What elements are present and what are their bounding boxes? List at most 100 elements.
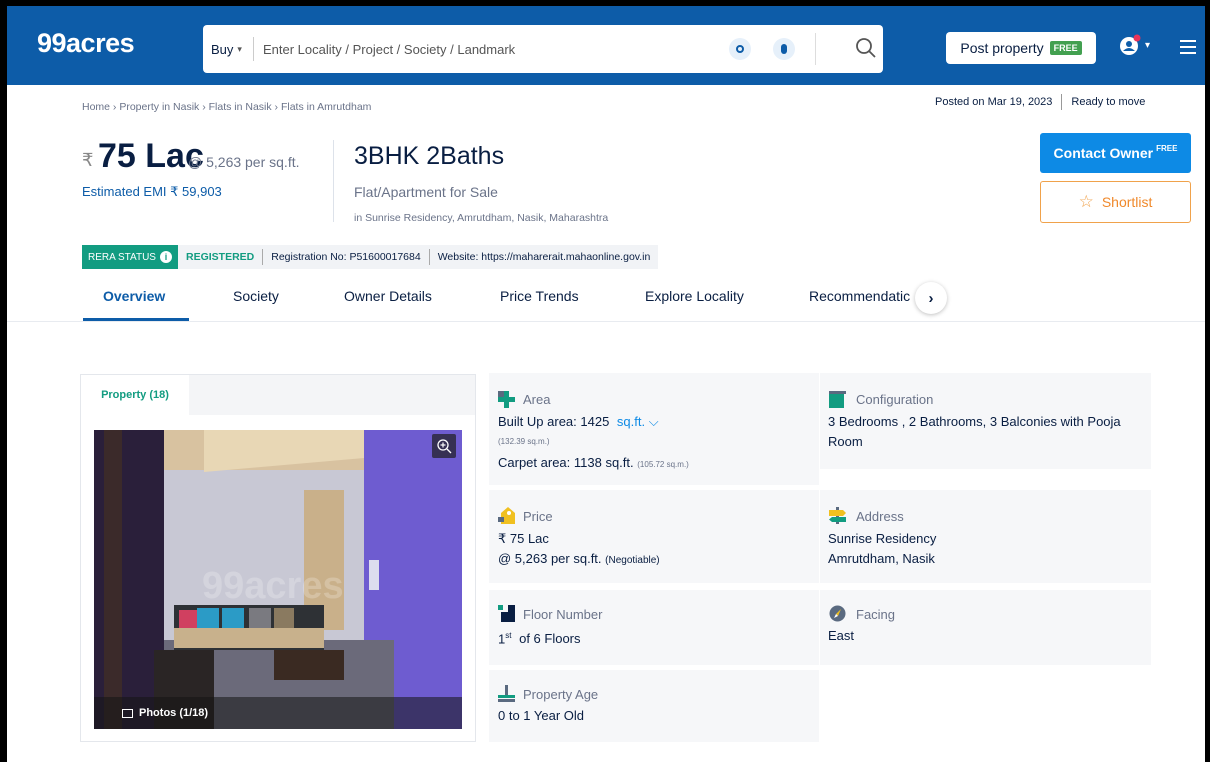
contact-owner-label: Contact Owner [1053,145,1154,161]
rera-registration-number: Registration No: P51600017684 [271,251,421,263]
floor-label: Floor Number [523,607,603,622]
address-label: Address [856,509,904,524]
buy-dropdown-label: Buy [211,41,234,57]
rera-badge[interactable]: RERA STATUS i [82,245,178,269]
rera-badge-label: RERA STATUS [88,251,156,263]
area-label: Area [523,392,551,407]
posted-info: Posted on Mar 19, 2023 Ready to move [935,94,1145,110]
property-age-card: Property Age 0 to 1 Year Old [489,670,819,742]
image-icon [122,708,133,718]
star-icon: ☆ [1078,192,1094,211]
configuration-value: 3 Bedrooms , 2 Bathrooms, 3 Balconies wi… [828,414,1121,449]
facing-card: Facing East [820,590,1151,665]
configuration-icon [829,391,846,408]
compass-icon [829,605,846,622]
posted-date: Posted on Mar 19, 2023 [935,96,1053,108]
tab-recommendations[interactable]: Recommendatic [809,288,910,304]
info-icon[interactable]: i [159,251,172,263]
rera-website[interactable]: Website: https://maharerait.mahaonline.g… [430,251,659,263]
price-label: Price [523,509,553,524]
post-property-button[interactable]: Post property FREE [946,32,1096,64]
unit-label: sq.ft. [616,414,646,429]
property-photo[interactable]: 99acres Photos (1/18) [94,430,462,729]
free-badge: FREE [1049,41,1082,55]
tab-price-trends[interactable]: Price Trends [500,288,579,304]
site-header: 99acres Buy ▾ Post property FREE ▾ [7,6,1205,85]
search-input[interactable] [263,37,703,61]
price-value: ₹ 75 Lac [498,531,549,546]
unit-dropdown[interactable]: sq.ft. ⌵ [617,414,659,429]
shortlist-label: Shortlist [1101,194,1153,210]
photos-count: Photos (1/18) [139,707,209,719]
price-rate: @ 5,263 per sq.ft. [188,154,300,170]
search-bar: Buy ▾ [203,25,883,73]
currency-symbol: ₹ [82,150,94,170]
living-room-image: 99acres [94,430,462,729]
gallery-tab-property[interactable]: Property (18) [81,375,189,415]
active-tab-indicator [83,318,189,321]
rera-registered: REGISTERED [185,251,255,263]
built-up-sqm: (132.39 sq.m.) [498,437,550,446]
hamburger-menu-icon[interactable] [1180,40,1196,54]
carpet-sqm: (105.72 sq.m.) [637,460,689,469]
configuration-card: Configuration 3 Bedrooms , 2 Bathrooms, … [820,373,1151,469]
carpet-area: Carpet area: 1138 sq.ft. [498,455,634,470]
facing-value: East [828,628,855,643]
address-line2: Amrutdham, Nasik [828,551,935,566]
price-per-sqft: @ 5,263 per sq.ft. [498,551,602,566]
divider [333,140,334,222]
photos-count-button[interactable]: Photos (1/18) [94,697,462,729]
floor-card: Floor Number 1st of 6 Floors [489,590,819,665]
window-frame-left [0,0,7,762]
tab-owner-details[interactable]: Owner Details [344,288,432,304]
property-age-label: Property Age [523,687,599,702]
floor-total: of 6 Floors [519,631,581,647]
divider [253,37,254,61]
microphone-icon[interactable] [773,38,795,60]
shortlist-button[interactable]: ☆ Shortlist [1040,181,1191,223]
built-up-area: Built Up area: 1425 [498,414,610,429]
photo-gallery: Property (18) 99acres Photos (1/18) [80,374,476,742]
chevron-right-icon[interactable]: › [915,282,947,314]
section-tabs: Overview Society Owner Details Price Tre… [7,280,1205,322]
post-property-label: Post property [960,40,1044,56]
property-age-value: 0 to 1 Year Old [498,708,585,723]
listing-title: 3BHK 2Baths [354,142,505,170]
area-card: Area Built Up area: 1425 sq.ft. ⌵ (132.3… [489,373,819,485]
search-icon[interactable] [855,37,877,59]
facing-label: Facing [856,607,896,622]
listing-location[interactable]: in Sunrise Residency, Amrutdham, Nasik, … [354,212,608,224]
address-card: Address Sunrise Residency Amrutdham, Nas… [820,490,1151,583]
chevron-down-icon[interactable]: ▾ [1145,40,1150,51]
tab-overview[interactable]: Overview [103,288,165,304]
tab-explore-locality[interactable]: Explore Locality [645,288,744,304]
site-logo[interactable]: 99acres [37,28,135,59]
configuration-label: Configuration [856,392,934,407]
area-icon [498,391,515,408]
floor-icon [498,605,515,622]
tab-society[interactable]: Society [233,288,279,304]
window-frame-right [1205,0,1210,762]
contact-owner-button[interactable]: Contact Owner FREE [1040,133,1191,173]
estimated-emi-link[interactable]: Estimated EMI ₹ 59,903 [82,184,222,200]
address-line1: Sunrise Residency [828,531,937,546]
buy-dropdown[interactable]: Buy ▾ [203,25,252,73]
price-tag-icon [498,507,515,524]
watermark: 99acres [202,565,344,607]
chevron-down-icon: ▾ [237,43,242,54]
chevron-down-icon: ⌵ [648,414,659,429]
locate-me-icon[interactable] [729,38,751,60]
price-card: Price ₹ 75 Lac @ 5,263 per sq.ft. (Negot… [489,490,819,583]
free-badge: FREE [1156,143,1178,153]
rera-status-row: RERA STATUS i REGISTERED Registration No… [82,245,659,269]
breadcrumb[interactable]: Home › Property in Nasik › Flats in Nasi… [82,101,371,113]
user-account-icon[interactable] [1119,34,1141,56]
signpost-icon [829,507,846,524]
ready-status: Ready to move [1071,96,1146,108]
listing-subtitle: Flat/Apartment for Sale [354,184,498,200]
divider [815,33,816,65]
floor-suffix: st [505,631,512,640]
negotiable-label: (Negotiable) [605,555,660,566]
property-age-icon [498,685,515,702]
zoom-icon[interactable] [432,434,456,458]
